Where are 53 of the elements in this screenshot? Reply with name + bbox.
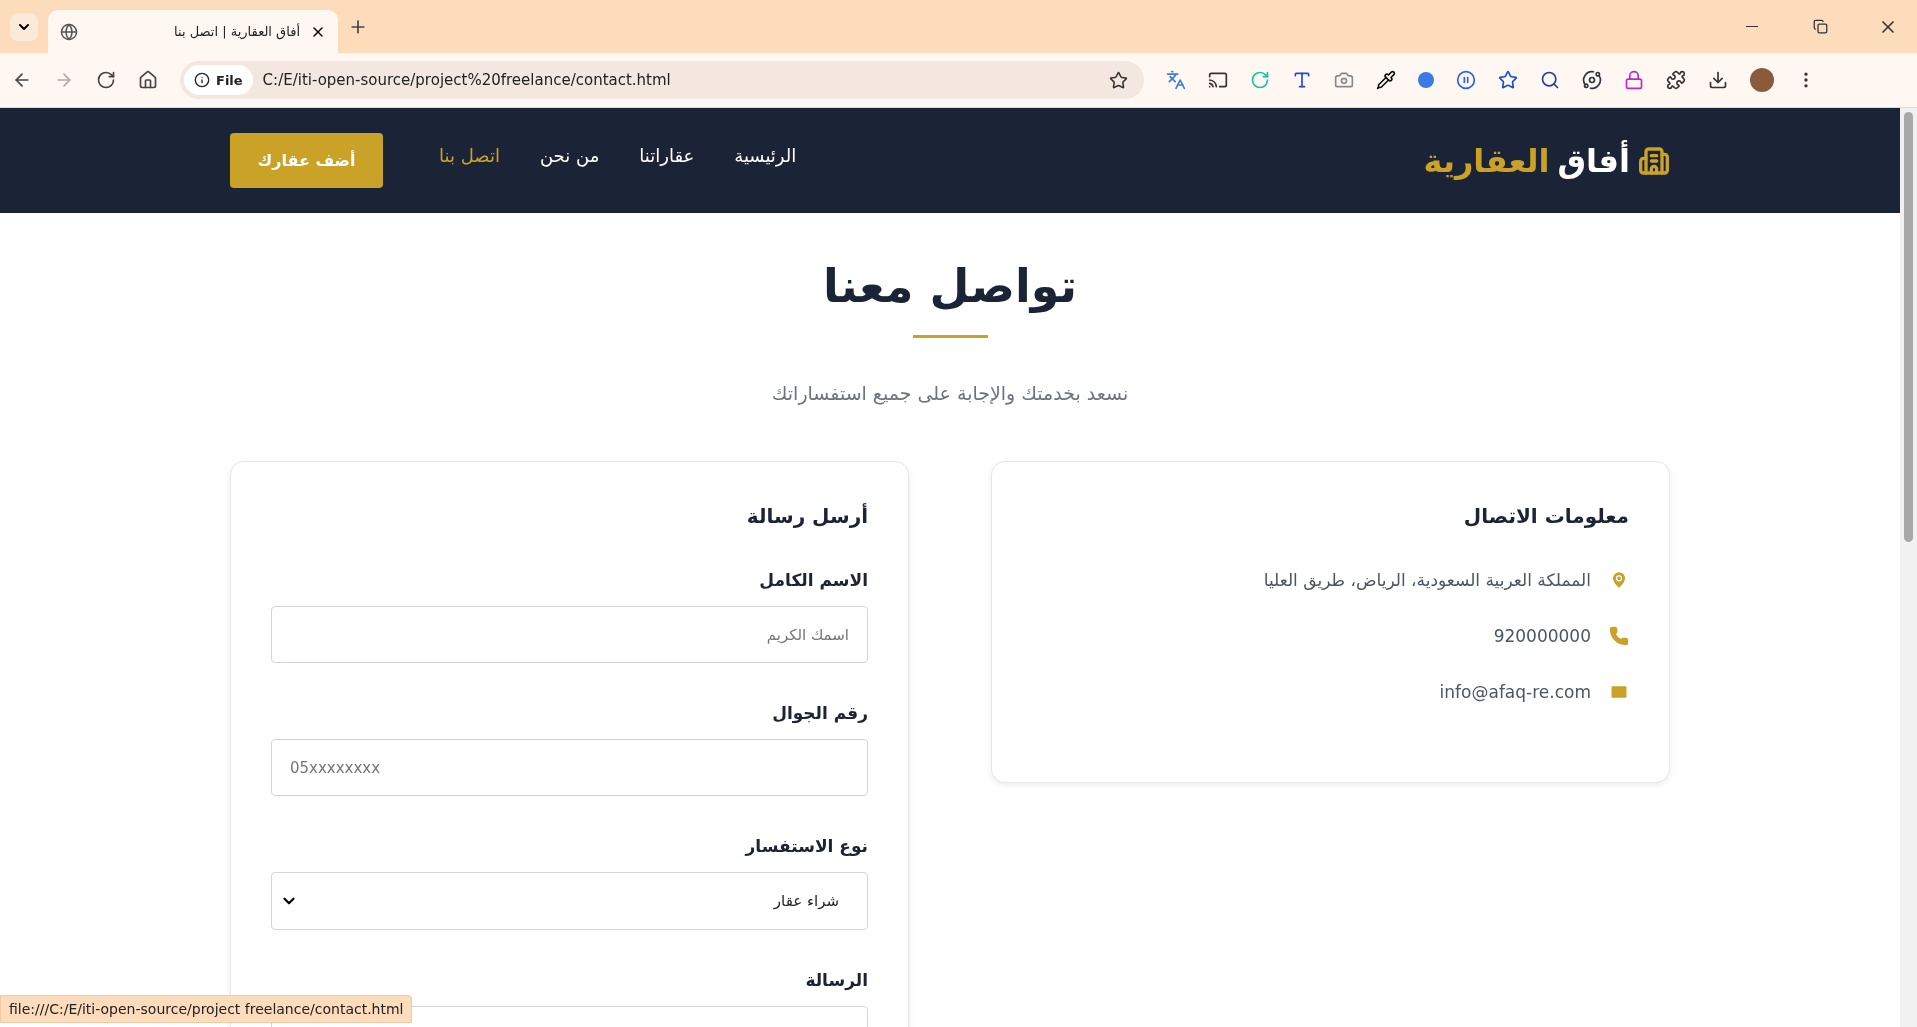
url-text: C:/E/iti-open-source/project%20freelance/contact.html: [262, 71, 672, 89]
phone-icon: [1609, 626, 1629, 646]
tab-list-button[interactable]: [10, 12, 38, 41]
field-label: رقم الجوال: [771, 703, 868, 723]
download-icon[interactable]: [1708, 70, 1728, 90]
tab-title: أفاق العقارية | اتصل بنا: [173, 24, 300, 39]
profile-avatar[interactable]: [1750, 68, 1774, 92]
minimize-icon: [1746, 25, 1758, 28]
home-icon[interactable]: [138, 70, 158, 90]
extensions-icon[interactable]: [1666, 70, 1686, 90]
text-icon[interactable]: [1292, 70, 1312, 90]
site-info-chip[interactable]: File: [184, 65, 253, 95]
address-bar[interactable]: File C:/E/iti-open-source/project%20freelance/contact.html: [180, 61, 1144, 99]
name-input[interactable]: اسمك الكريم: [271, 606, 868, 663]
contact-detail: info@afaq-re.com: [1439, 682, 1591, 702]
status-url-tooltip: file:///C:/E/iti-open-source/project freelance/contact.html: [0, 995, 413, 1023]
page-title: تواصل معنا: [823, 259, 1077, 313]
field-label: الرسالة: [804, 970, 868, 990]
inquiry-type-select[interactable]: شراء عقار: [271, 872, 868, 930]
page-subtitle: نسعد بخدمتك والإجابة على جميع استفساراتك: [771, 382, 1129, 404]
contact-detail: المملكة العربية السعودية، الرياض، طريق العليا: [1263, 570, 1591, 590]
orbit-icon[interactable]: [1582, 70, 1602, 90]
card-title: أرسل رسالة: [745, 504, 868, 528]
dot-icon[interactable]: [1418, 72, 1434, 88]
screen-icon[interactable]: [1208, 70, 1228, 90]
info-icon: [194, 72, 210, 88]
building-icon: [1638, 144, 1670, 177]
pause-icon[interactable]: [1456, 70, 1476, 90]
star-icon[interactable]: [1109, 70, 1128, 90]
scrollbar[interactable]: [1900, 108, 1917, 1027]
contact-detail: 920000000: [1493, 626, 1591, 646]
restore-icon: [1812, 19, 1828, 34]
globe-icon: [60, 22, 78, 41]
nav-link[interactable]: من نحن: [539, 145, 600, 166]
scroll-thumb[interactable]: [1904, 112, 1913, 542]
field-label: نوع الاستفسار: [743, 836, 868, 856]
browser-tab[interactable]: أفاق العقارية | اتصل بنا: [48, 10, 338, 53]
map-pin-icon: [1609, 570, 1629, 590]
logo-accent-text[interactable]: العقارية: [1423, 141, 1550, 180]
logo-text[interactable]: أفاق: [1557, 141, 1630, 180]
translate-icon[interactable]: [1166, 70, 1186, 90]
reload-icon[interactable]: [96, 70, 116, 90]
eyedropper-icon[interactable]: [1376, 70, 1396, 90]
nav-link[interactable]: الرئيسية: [734, 145, 797, 166]
magnifier-icon[interactable]: [1540, 70, 1560, 90]
card-title: معلومات الاتصال: [1462, 504, 1629, 528]
lock-icon[interactable]: [1624, 70, 1644, 90]
phone-input[interactable]: 05xxxxxxxx: [271, 739, 868, 796]
nav-link[interactable]: اتصل بنا: [439, 145, 500, 166]
nav-link[interactable]: عقاراتنا: [639, 145, 695, 166]
star-shape-icon[interactable]: [1498, 70, 1518, 90]
camera-icon[interactable]: [1334, 70, 1354, 90]
field-label: الاسم الكامل: [758, 570, 868, 590]
